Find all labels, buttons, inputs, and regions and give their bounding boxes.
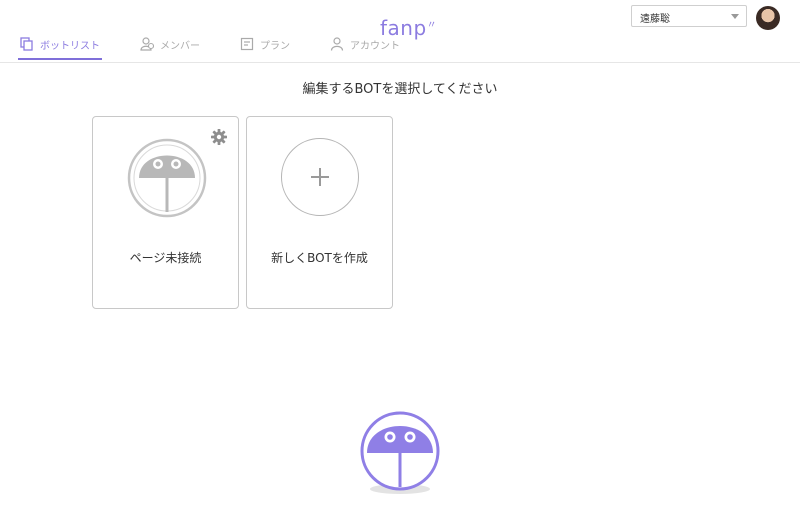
bot-card[interactable]: ページ未接続 xyxy=(92,116,239,309)
logo-text: fanp xyxy=(380,16,427,40)
account-icon xyxy=(330,37,344,51)
chevron-down-icon xyxy=(731,14,739,19)
add-circle xyxy=(281,138,359,216)
plan-icon xyxy=(240,37,254,51)
gear-icon[interactable] xyxy=(210,128,228,146)
tab-plan[interactable]: プラン xyxy=(238,28,292,60)
top-bar: ボットリスト メンバー プラン アカウント fanp〃 遠藤聡 xyxy=(0,0,800,63)
fanp-logo[interactable]: fanp〃 xyxy=(380,16,437,40)
create-bot-label: 新しくBOTを作成 xyxy=(271,251,368,265)
tab-bot-list[interactable]: ボットリスト xyxy=(18,28,102,60)
members-icon xyxy=(140,37,154,51)
create-bot-card[interactable]: 新しくBOTを作成 xyxy=(246,116,393,309)
logo-spark: 〃 xyxy=(426,20,438,31)
tab-bot-list-label: ボットリスト xyxy=(40,40,100,52)
copy-icon xyxy=(20,37,33,51)
tab-plan-label: プラン xyxy=(260,40,290,52)
avatar[interactable] xyxy=(756,6,780,30)
main-nav: ボットリスト メンバー プラン アカウント xyxy=(18,28,438,60)
user-select-value: 遠藤聡 xyxy=(640,14,670,25)
page-title: 編集するBOTを選択してください xyxy=(302,82,498,97)
plus-icon xyxy=(311,168,329,186)
tab-members-label: メンバー xyxy=(160,40,200,52)
bot-avatar-icon xyxy=(127,138,207,218)
fanp-mascot-icon xyxy=(360,411,440,494)
tab-members[interactable]: メンバー xyxy=(138,28,202,60)
user-select[interactable]: 遠藤聡 xyxy=(631,5,747,27)
bot-card-label: ページ未接続 xyxy=(129,251,202,265)
